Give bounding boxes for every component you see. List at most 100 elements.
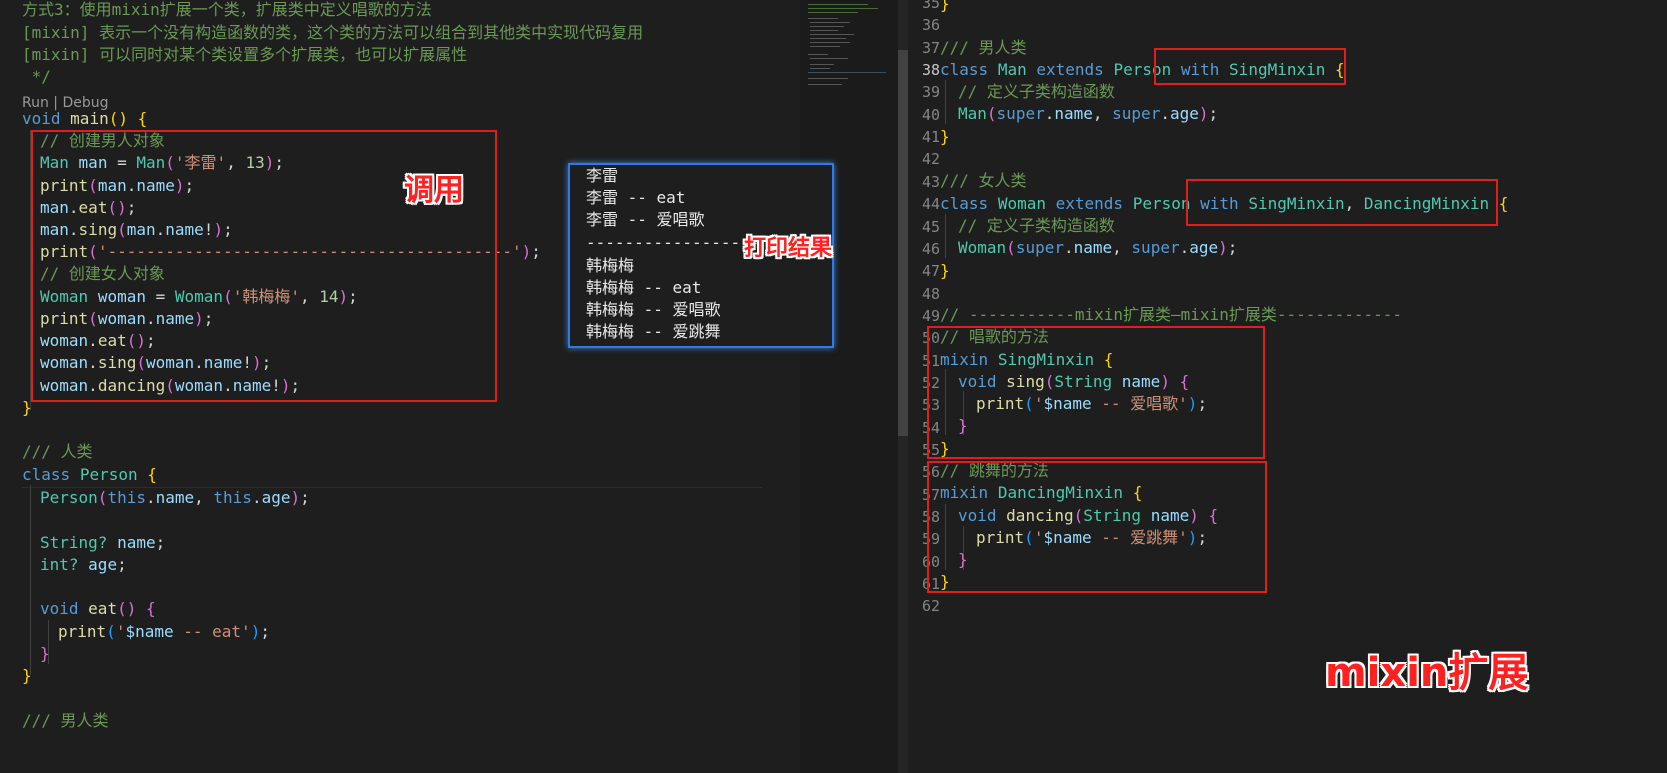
line-number: 44 xyxy=(921,195,940,214)
left-editor-pane[interactable]: 方式3：使用mixin扩展一个类，扩展类中定义唱歌的方法 [mixin] 表示一… xyxy=(0,0,800,773)
output-line: ------------------ xyxy=(586,233,760,252)
doc-comment-line: [mixin] 表示一个没有构造函数的类，这个类的方法可以组合到其他类中实现代码… xyxy=(22,23,644,42)
line-number: 40 xyxy=(921,105,940,124)
vertical-scrollbar-thumb[interactable] xyxy=(898,50,908,436)
doc-comment-line: [mixin] 可以同时对某个类设置多个扩展类，也可以扩展属性 xyxy=(22,45,468,64)
close-brace: } xyxy=(940,261,950,280)
keyword: class xyxy=(940,60,989,79)
output-line: 韩梅梅 -- 爱跳舞 xyxy=(586,322,721,341)
annotation-call: 调用 xyxy=(404,173,464,208)
minimap-line xyxy=(808,84,842,85)
type-name: String? xyxy=(40,533,108,552)
keyword: super xyxy=(1112,104,1161,123)
doc-comment-line: 方式3：使用mixin扩展一个类，扩展类中定义唱歌的方法 xyxy=(22,0,432,19)
class-person-decl: class Person { xyxy=(22,463,157,486)
line-number: 42 xyxy=(921,150,940,169)
man-constructor-line: Man(super.name, super.age); xyxy=(958,104,1219,123)
open-brace: { xyxy=(137,109,148,128)
minimap[interactable] xyxy=(800,0,898,773)
eat-close-brace: } xyxy=(40,644,50,663)
keyword: this xyxy=(107,488,146,507)
output-line: 李雷 -- eat xyxy=(586,188,686,207)
output-line: 韩梅梅 -- eat xyxy=(586,278,702,297)
highlight-box-sing-mixin xyxy=(927,326,1265,459)
constructor: Man xyxy=(958,104,987,123)
property: age xyxy=(1169,104,1199,123)
keyword: this xyxy=(213,488,252,507)
parens: () xyxy=(108,109,128,128)
line-number: 46 xyxy=(921,239,940,258)
annotation-mixin-extension: mixin扩展 xyxy=(1325,650,1529,696)
keyword: super xyxy=(1131,238,1180,257)
minimap-line xyxy=(810,26,844,27)
keyword: super xyxy=(996,104,1045,123)
output-line: 李雷 -- 爱唱歌 xyxy=(586,210,705,229)
output-line: 韩梅梅 xyxy=(586,256,635,275)
line-number: 41 xyxy=(921,128,940,147)
comment-ctor: // 定义子类构造函数 xyxy=(958,82,1115,101)
highlight-box-man-mixin xyxy=(1154,48,1346,85)
comment-person-class: /// 人类 xyxy=(22,442,93,461)
line-number: 37 xyxy=(921,38,940,57)
comment-man-class: /// 男人类 xyxy=(940,38,1027,57)
annotation-print-result: 打印结果 xyxy=(744,236,833,261)
close-brace: } xyxy=(940,127,950,146)
highlight-box-dancing-mixin xyxy=(927,461,1267,593)
minimap-line xyxy=(808,54,828,55)
minimap-line xyxy=(810,68,830,69)
field-name: name xyxy=(117,533,156,552)
field-name-line: String? name; xyxy=(40,533,166,552)
keyword: class xyxy=(940,194,989,213)
minimap-line xyxy=(808,72,886,73)
function-name: main xyxy=(70,109,109,128)
open-brace: { xyxy=(1498,194,1509,213)
minimap-line xyxy=(810,22,850,23)
line-number: 39 xyxy=(921,83,940,102)
keyword: extends xyxy=(1036,60,1104,79)
method-name: eat xyxy=(88,599,118,618)
minimap-line xyxy=(810,58,848,59)
property: name xyxy=(1054,104,1093,123)
person-close-brace: } xyxy=(22,666,32,685)
class-name: Person xyxy=(79,465,138,484)
field-name: age xyxy=(88,555,118,574)
interpolated-variable: $name xyxy=(125,622,174,641)
keyword: super xyxy=(1015,238,1064,257)
minimap-line xyxy=(808,12,858,13)
line-number: 35 xyxy=(921,0,940,12)
minimap-line xyxy=(808,78,848,79)
line-number: 62 xyxy=(921,597,940,616)
keyword: class xyxy=(22,465,71,484)
doc-comment-line: */ xyxy=(22,67,51,86)
minimap-line xyxy=(810,34,854,35)
output-line: 韩梅梅 -- 爱唱歌 xyxy=(586,300,721,319)
keyword: extends xyxy=(1055,194,1124,213)
main-signature-line: void main() { xyxy=(22,107,147,130)
line-number: 38 xyxy=(921,61,940,80)
function-call: print xyxy=(58,622,107,641)
minimap-line xyxy=(810,64,834,65)
indent-guide xyxy=(945,80,946,124)
type-name: int? xyxy=(40,555,79,574)
class-name: Man xyxy=(997,60,1027,79)
right-editor-pane[interactable]: 35 36 37 38 39 40 41 42 43 44 45 46 47 48 49 50 51 52 53 54… xyxy=(908,0,1667,773)
field-age-line: int? age; xyxy=(40,555,127,574)
eat-method-body: print('$name -- eat'); xyxy=(58,622,270,641)
minimap-line xyxy=(810,46,840,47)
minimap-line xyxy=(810,42,850,43)
string-literal: ' xyxy=(115,622,126,641)
property: age xyxy=(1189,238,1219,257)
indent-guide xyxy=(30,485,31,675)
eat-method-signature: void eat() { xyxy=(40,599,156,618)
woman-constructor-line: Woman(super.name, super.age); xyxy=(958,238,1238,257)
comment-woman-class: /// 女人类 xyxy=(940,171,1027,190)
minimap-line xyxy=(808,4,868,5)
indent-guide xyxy=(945,214,946,258)
line-number: 43 xyxy=(921,172,940,191)
person-constructor-line: Person(this.name, this.age); xyxy=(40,488,310,507)
line-number: 36 xyxy=(921,16,940,35)
constructor: Person xyxy=(40,488,98,507)
comment-mixin-section: // -----------mixin扩展类—mixin扩展类---------… xyxy=(940,305,1403,324)
string-literal: -- eat' xyxy=(173,622,251,641)
constructor: Woman xyxy=(958,238,1007,257)
